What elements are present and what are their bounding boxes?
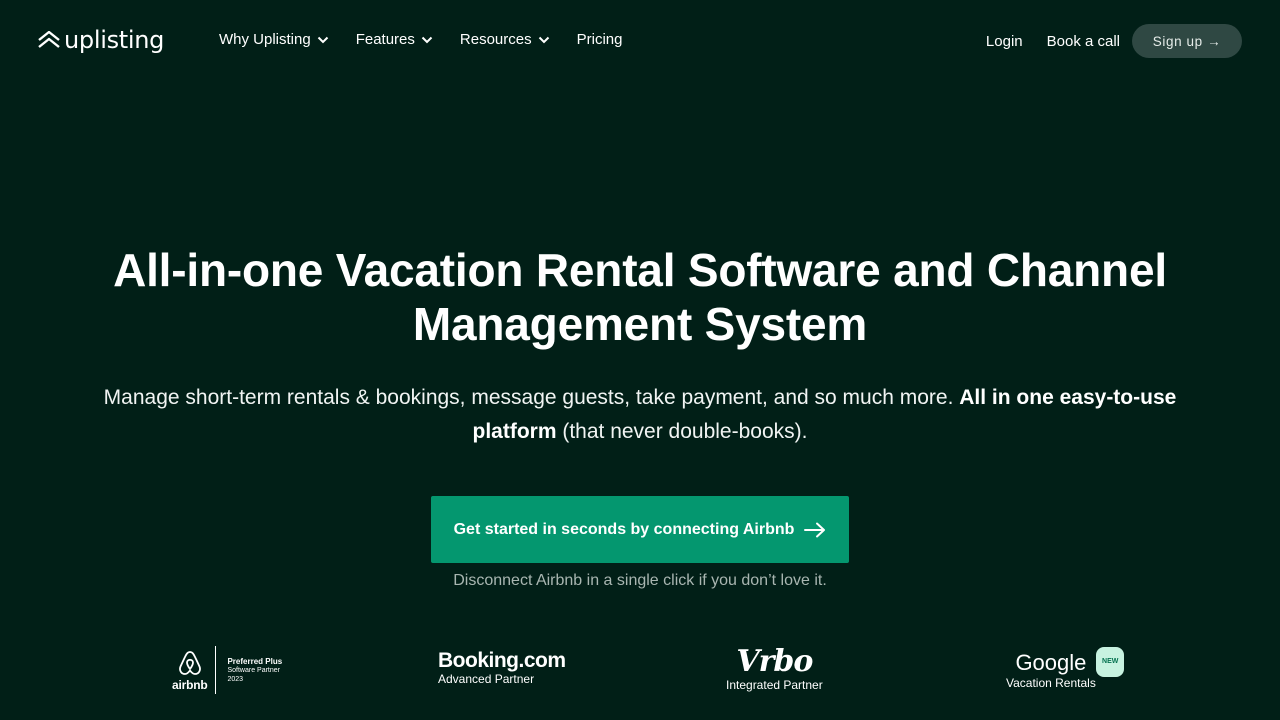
airbnb-icon	[178, 650, 201, 675]
hero-subtitle: Manage short-term rentals & bookings, me…	[80, 381, 1200, 449]
divider	[215, 646, 217, 694]
menu-item-why-uplisting[interactable]: Why Uplisting	[219, 31, 329, 48]
login-link[interactable]: Login	[986, 33, 1023, 50]
airbnb-partner-badge: airbnb Preferred Plus Software Partner 2…	[172, 646, 282, 694]
new-badge: NEW	[1096, 647, 1125, 677]
signup-button[interactable]: Sign up →	[1132, 24, 1242, 58]
menu-item-resources[interactable]: Resources	[460, 31, 550, 48]
hero-title: All-in-one Vacation Rental Software and …	[113, 244, 1167, 350]
chevron-down-icon	[538, 36, 549, 43]
google-partner-badge: Google NEW Vacation Rentals	[1006, 647, 1125, 690]
main-menu: Why Uplisting Features Resources Pricing	[219, 31, 649, 48]
badge-line: Preferred Plus	[227, 656, 283, 666]
airbnb-logo: airbnb	[172, 649, 208, 692]
hero-subtitle-text: Manage short-term rentals & bookings, me…	[103, 386, 960, 409]
google-wordmark: Google	[1015, 650, 1087, 675]
vrbo-partner-badge: Vrbo Integrated Partner	[726, 644, 823, 693]
booking-subtitle: Advanced Partner	[438, 672, 535, 686]
google-logo: Google NEW	[1015, 647, 1125, 677]
partner-logos: airbnb Preferred Plus Software Partner 2…	[0, 640, 1280, 700]
connect-airbnb-button[interactable]: Get started in seconds by connecting Air…	[431, 496, 849, 563]
chevron-down-icon	[317, 36, 328, 43]
badge-line: Software Partner	[227, 666, 280, 674]
menu-item-label: Resources	[459, 31, 532, 48]
vrbo-logo: Vrbo	[736, 644, 813, 679]
brand-logo[interactable]: uplisting	[38, 26, 164, 54]
menu-item-pricing[interactable]: Pricing	[577, 31, 623, 48]
cta-note: Disconnect Airbnb in a single click if y…	[453, 572, 827, 589]
menu-item-features[interactable]: Features	[356, 31, 433, 48]
uplisting-logo-icon	[38, 31, 60, 48]
brand-name: uplisting	[64, 26, 165, 54]
chevron-down-icon	[421, 36, 433, 43]
arrow-right-icon	[804, 522, 826, 537]
top-navigation: uplisting Why Uplisting Features Resourc…	[0, 0, 1280, 82]
menu-item-label: Features	[355, 31, 415, 48]
book-call-link[interactable]: Book a call	[1047, 33, 1120, 50]
menu-item-label: Pricing	[576, 31, 623, 48]
hero-subtitle-tail: (that never double-books).	[556, 420, 808, 443]
cta-label: Get started in seconds by connecting Air…	[453, 520, 795, 538]
badge-line: 2023	[227, 675, 244, 683]
account-nav: Login Book a call Sign up →	[986, 24, 1242, 58]
vrbo-subtitle: Integrated Partner	[726, 678, 823, 692]
booking-partner-badge: Booking.com Advanced Partner	[438, 649, 566, 687]
airbnb-badge-text: Preferred Plus Software Partner 2023	[227, 657, 282, 684]
menu-item-label: Why Uplisting	[219, 31, 311, 48]
google-subtitle: Vacation Rentals	[1006, 676, 1096, 690]
airbnb-wordmark: airbnb	[172, 677, 208, 692]
booking-logo: Booking.com	[438, 649, 566, 672]
